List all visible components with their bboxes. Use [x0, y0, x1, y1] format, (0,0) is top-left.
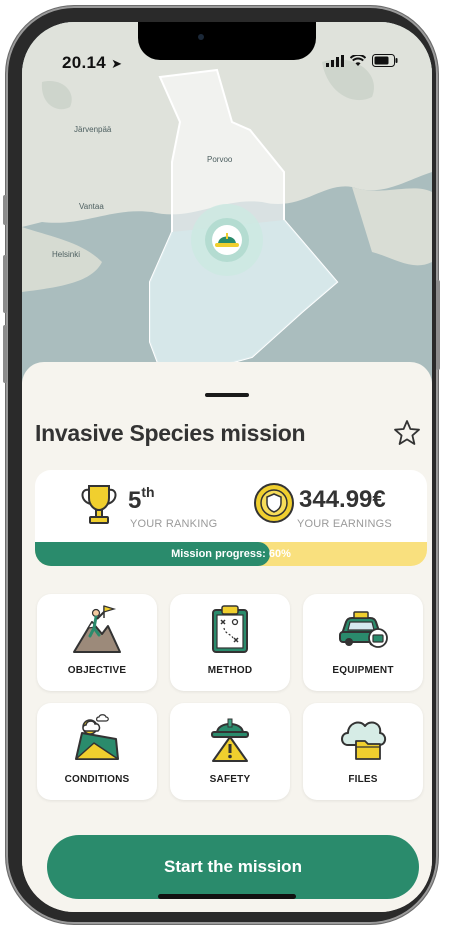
tile-method-label: METHOD [207, 665, 253, 676]
status-icons [326, 54, 398, 67]
tile-equipment-label: EQUIPMENT [332, 665, 394, 676]
ranking-number: 5 [128, 487, 142, 514]
battery-icon [372, 54, 398, 67]
status-time-text: 20.14 [62, 53, 107, 72]
phone-side-button [3, 195, 7, 225]
car-equipment-icon [339, 611, 388, 648]
mountain-flag-icon [73, 605, 121, 653]
earnings-caption: YOUR EARNINGS [297, 518, 392, 530]
map-label-helsinki: Helsinki [52, 250, 81, 259]
weather-landscape-icon [75, 714, 119, 760]
mission-progress-bar: Mission progress: 60% [35, 542, 427, 566]
mission-stats-card: 5th YOUR RANKING 344.99€ YOUR EARNINGS M… [35, 470, 427, 566]
cloud-folder-icon [341, 721, 387, 760]
tile-objective-label: OBJECTIVE [67, 665, 127, 676]
favorite-star-icon[interactable] [392, 418, 422, 448]
screen: Järvenpää Porvoo Vantaa Helsinki 20.14 ➤ [22, 22, 432, 912]
tile-objective[interactable]: OBJECTIVE [37, 594, 157, 691]
tile-safety-label: SAFETY [209, 774, 251, 785]
location-arrow-icon: ➤ [111, 56, 123, 71]
sheet-drag-handle[interactable] [205, 393, 249, 397]
map-label-vantaa: Vantaa [79, 202, 104, 211]
map-label-jarvenpaa: Järvenpää [74, 125, 112, 134]
trophy-icon [81, 485, 117, 524]
status-time: 20.14 ➤ [62, 53, 122, 73]
status-bar: 20.14 ➤ [22, 22, 432, 82]
tile-files[interactable]: FILES [303, 703, 423, 800]
phone-volume-down [3, 325, 7, 383]
tile-conditions-label: CONDITIONS [64, 774, 130, 785]
map-label-porvoo: Porvoo [207, 155, 233, 164]
tile-files-label: FILES [348, 774, 378, 785]
tile-method[interactable]: METHOD [170, 594, 290, 691]
mission-progress-label: Mission progress: 60% [171, 548, 291, 560]
tile-conditions[interactable]: CONDITIONS [37, 703, 157, 800]
phone-volume-up [3, 255, 7, 313]
ranking-suffix: th [141, 484, 155, 500]
tile-safety[interactable]: SAFETY [170, 703, 290, 800]
mission-title: Invasive Species mission [35, 420, 306, 446]
clipboard-strategy-icon [212, 605, 248, 653]
coin-shield-icon [254, 483, 294, 523]
mission-sheet: Invasive Species mission 5th YOUR RANKIN… [22, 362, 432, 912]
phone-power-button [436, 280, 440, 370]
start-mission-button[interactable]: Start the mission [47, 835, 419, 899]
ranking-caption: YOUR RANKING [130, 518, 218, 530]
signal-icon [326, 54, 344, 67]
wifi-icon [350, 54, 366, 66]
tile-equipment[interactable]: EQUIPMENT [303, 594, 423, 691]
earnings-value: 344.99€ [299, 486, 386, 513]
notch [138, 22, 316, 60]
hardhat-warning-icon [211, 718, 249, 762]
camera-icon [198, 34, 204, 40]
home-indicator[interactable] [158, 894, 296, 899]
ranking-value: 5th [128, 484, 155, 515]
